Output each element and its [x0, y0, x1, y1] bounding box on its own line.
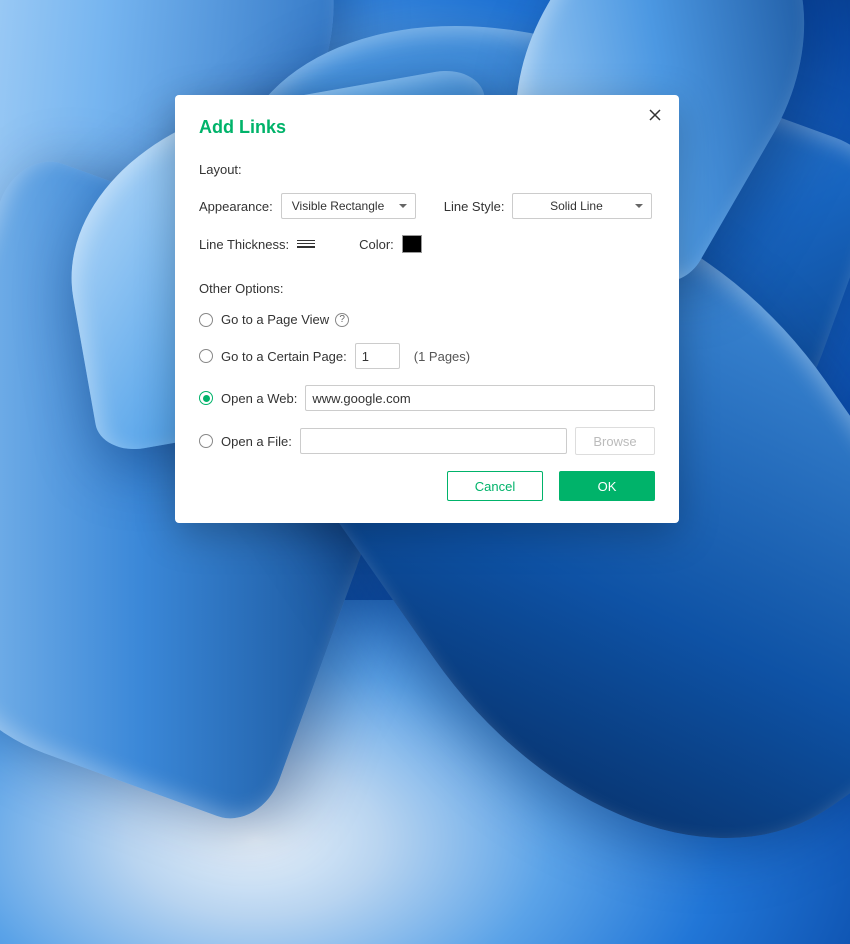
appearance-label: Appearance: — [199, 199, 273, 214]
open-file-label: Open a File: — [221, 434, 292, 449]
line-weight-icon — [297, 240, 315, 241]
other-options-label: Other Options: — [199, 281, 655, 296]
radio-certain-page[interactable] — [199, 349, 213, 363]
color-label: Color: — [359, 237, 394, 252]
radio-open-web[interactable] — [199, 391, 213, 405]
add-links-dialog: Add Links Layout: Appearance: Visible Re… — [175, 95, 679, 523]
certain-page-label: Go to a Certain Page: — [221, 349, 347, 364]
certain-page-input[interactable] — [355, 343, 400, 369]
radio-page-view[interactable] — [199, 313, 213, 327]
open-web-label: Open a Web: — [221, 391, 297, 406]
line-weight-icon — [297, 246, 315, 248]
file-path-input[interactable] — [300, 428, 567, 454]
line-style-dropdown[interactable]: Solid Line — [512, 193, 652, 219]
line-thickness-selector[interactable] — [297, 240, 315, 249]
close-button[interactable] — [647, 109, 663, 125]
close-icon — [649, 109, 661, 121]
ok-button[interactable]: OK — [559, 471, 655, 501]
color-picker[interactable] — [402, 235, 422, 253]
browse-button[interactable]: Browse — [575, 427, 655, 455]
page-view-label: Go to a Page View — [221, 312, 329, 327]
line-weight-icon — [297, 243, 315, 245]
line-style-label: Line Style: — [444, 199, 505, 214]
pages-count-note: (1 Pages) — [414, 349, 470, 364]
web-url-input[interactable] — [305, 385, 655, 411]
radio-open-file[interactable] — [199, 434, 213, 448]
line-style-value: Solid Line — [550, 199, 603, 213]
help-icon[interactable]: ? — [335, 313, 349, 327]
appearance-dropdown[interactable]: Visible Rectangle — [281, 193, 416, 219]
cancel-button[interactable]: Cancel — [447, 471, 543, 501]
dialog-title: Add Links — [199, 117, 655, 138]
appearance-value: Visible Rectangle — [292, 199, 385, 213]
line-thickness-label: Line Thickness: — [199, 237, 289, 252]
layout-section-label: Layout: — [199, 162, 655, 177]
